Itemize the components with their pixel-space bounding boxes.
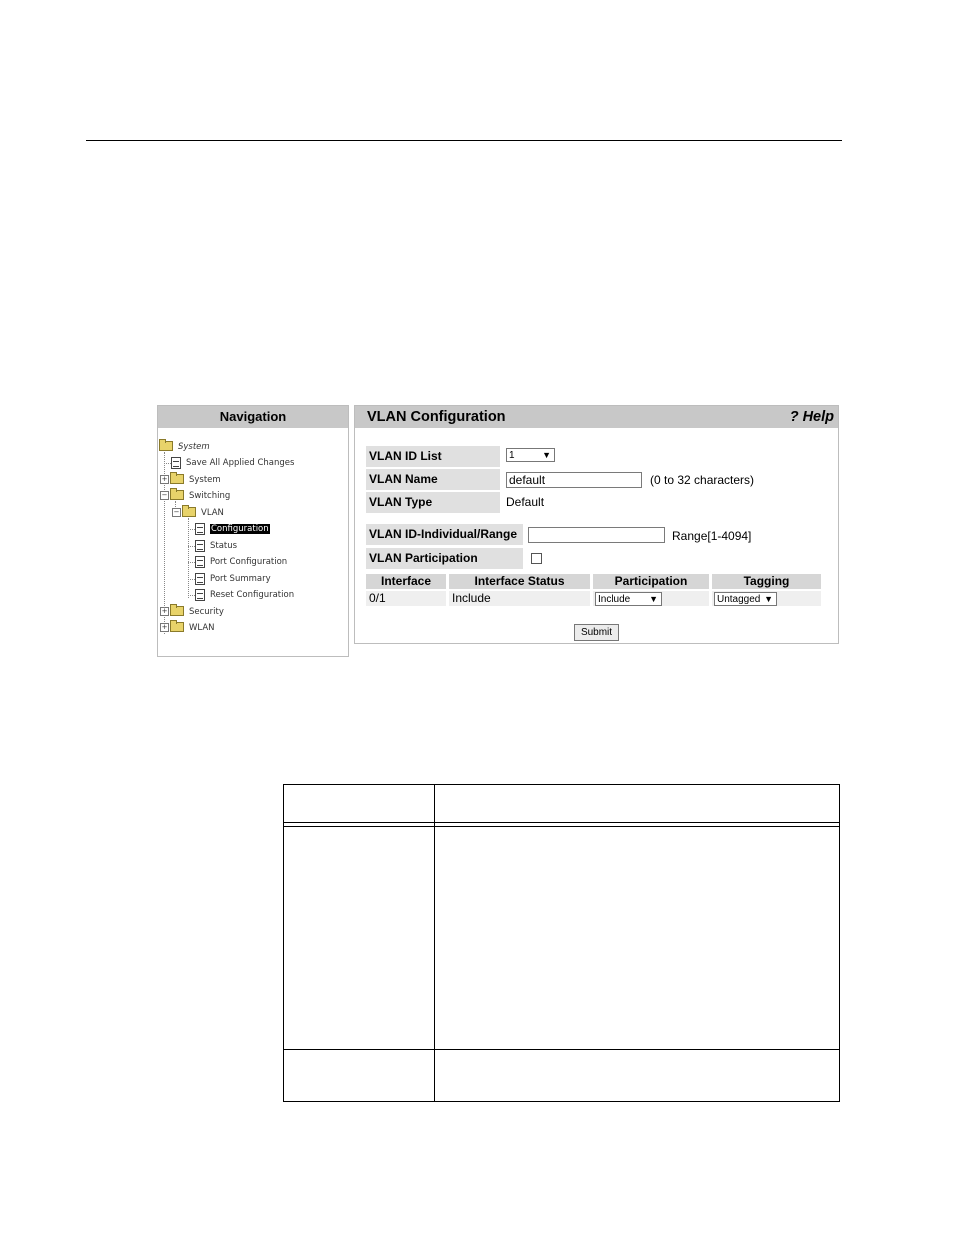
table-cell-tagging: Untagged ▼	[712, 591, 821, 606]
table-cell-interface-status: Include	[449, 591, 590, 606]
folder-icon	[170, 603, 184, 616]
nav-item-configuration[interactable]: Configuration	[195, 522, 270, 536]
navigation-title: Navigation	[158, 406, 348, 428]
vlan-configuration-panel: VLAN Configuration ? Help VLAN ID List 1…	[354, 405, 839, 644]
vlan-id-list-label: VLAN ID List	[366, 446, 500, 467]
vlan-id-list-select[interactable]: 1 ▼	[506, 448, 555, 462]
nav-item-system[interactable]: + System	[160, 471, 221, 487]
nav-item-system-root[interactable]: System	[159, 438, 210, 454]
nav-item-status[interactable]: Status	[195, 539, 237, 553]
collapse-icon[interactable]: −	[172, 508, 181, 517]
page-icon	[195, 522, 205, 535]
vlan-name-label: VLAN Name	[366, 469, 500, 490]
vlan-id-range-label: VLAN ID-Individual/Range	[366, 524, 523, 545]
page-title: VLAN Configuration	[367, 409, 506, 425]
table-header-divider	[284, 822, 839, 827]
vlan-participation-checkbox[interactable]	[531, 553, 542, 564]
page-icon	[195, 539, 205, 552]
folder-open-icon	[159, 438, 173, 451]
vlan-type-label: VLAN Type	[366, 492, 500, 513]
table-row-divider	[284, 1049, 839, 1050]
nav-item-switching[interactable]: − Switching	[160, 487, 230, 503]
panel-header: VLAN Configuration ? Help	[355, 406, 838, 428]
nav-item-security[interactable]: + Security	[160, 603, 224, 619]
folder-icon	[170, 471, 184, 484]
column-header-interface: Interface	[366, 574, 446, 589]
page-top-rule	[86, 140, 842, 141]
table-cell-interface: 0/1	[366, 591, 446, 606]
expand-icon[interactable]: +	[160, 607, 169, 616]
vlan-id-range-hint: Range[1-4094]	[672, 529, 752, 543]
nav-item-reset-configuration[interactable]: Reset Configuration	[195, 588, 294, 602]
nav-item-vlan[interactable]: − VLAN	[172, 504, 224, 520]
folder-open-icon	[182, 504, 196, 517]
folder-open-icon	[170, 487, 184, 500]
vlan-name-input[interactable]: default	[506, 472, 642, 488]
page-icon	[171, 456, 181, 469]
navigation-panel: Navigation System Save All Applied Chang…	[157, 405, 349, 657]
submit-button[interactable]: Submit	[574, 624, 619, 641]
chevron-down-icon: ▼	[764, 594, 773, 604]
column-header-interface-status: Interface Status	[449, 574, 590, 589]
table-cell-participation: Include ▼	[593, 591, 709, 606]
column-header-participation: Participation	[593, 574, 709, 589]
page-icon	[195, 588, 205, 601]
vlan-id-range-input[interactable]	[528, 527, 665, 543]
help-link[interactable]: ? Help	[790, 409, 834, 425]
participation-select[interactable]: Include ▼	[595, 592, 662, 606]
description-table	[283, 784, 840, 1102]
tagging-select[interactable]: Untagged ▼	[714, 592, 777, 606]
chevron-down-icon: ▼	[649, 594, 658, 604]
page-icon	[195, 555, 205, 568]
collapse-icon[interactable]: −	[160, 491, 169, 500]
vlan-participation-label: VLAN Participation	[366, 548, 523, 569]
expand-icon[interactable]: +	[160, 623, 169, 632]
nav-item-port-configuration[interactable]: Port Configuration	[195, 555, 287, 569]
page-icon	[195, 572, 205, 585]
vlan-type-value: Default	[506, 495, 545, 509]
expand-icon[interactable]: +	[160, 475, 169, 484]
table-column-divider	[434, 785, 435, 1101]
nav-item-port-summary[interactable]: Port Summary	[195, 572, 271, 586]
folder-icon	[170, 619, 184, 632]
chevron-down-icon: ▼	[542, 450, 551, 460]
nav-item-save-all-applied-changes[interactable]: Save All Applied Changes	[171, 456, 294, 470]
vlan-name-hint: (0 to 32 characters)	[650, 473, 755, 487]
nav-item-wlan[interactable]: + WLAN	[160, 619, 215, 635]
column-header-tagging: Tagging	[712, 574, 821, 589]
